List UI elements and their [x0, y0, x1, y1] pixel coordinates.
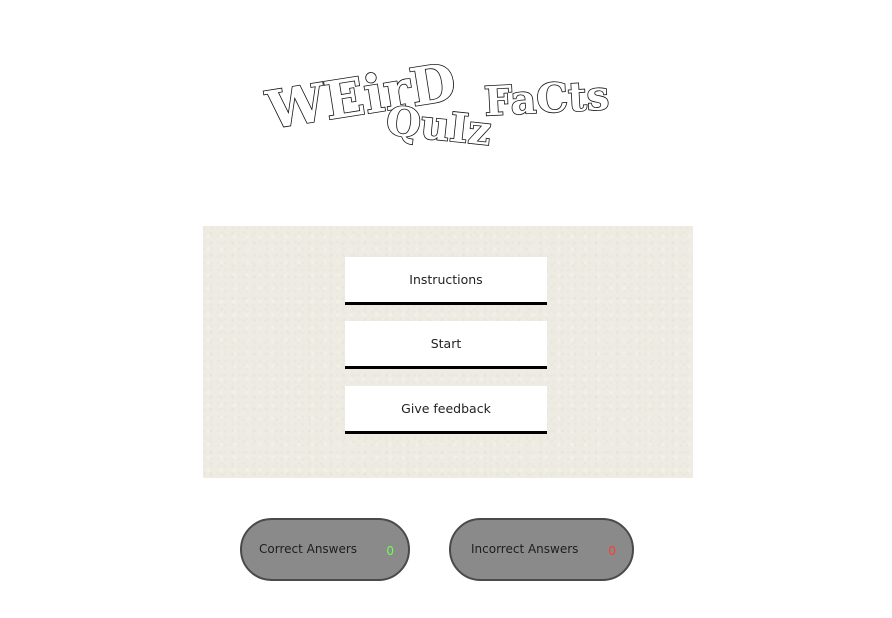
correct-answers-counter: Correct Answers 0 [240, 518, 410, 581]
page: WEirD QuIz FaCts Instructions Start Give… [0, 0, 892, 618]
incorrect-answers-counter: Incorrect Answers 0 [449, 518, 634, 581]
incorrect-answers-label: Incorrect Answers [471, 542, 579, 556]
instructions-button[interactable]: Instructions [345, 257, 547, 305]
incorrect-answers-value: 0 [608, 544, 616, 558]
menu-panel: Instructions Start Give feedback [203, 226, 693, 478]
logo-word-quiz: QuIz [384, 97, 494, 150]
correct-answers-label: Correct Answers [259, 542, 358, 556]
logo-word-facts: FaCts [483, 72, 610, 125]
correct-answers-value: 0 [386, 544, 394, 558]
weird-facts-quiz-logo: WEirD QuIz FaCts [262, 26, 632, 150]
give-feedback-button[interactable]: Give feedback [345, 386, 547, 434]
start-button[interactable]: Start [345, 321, 547, 369]
